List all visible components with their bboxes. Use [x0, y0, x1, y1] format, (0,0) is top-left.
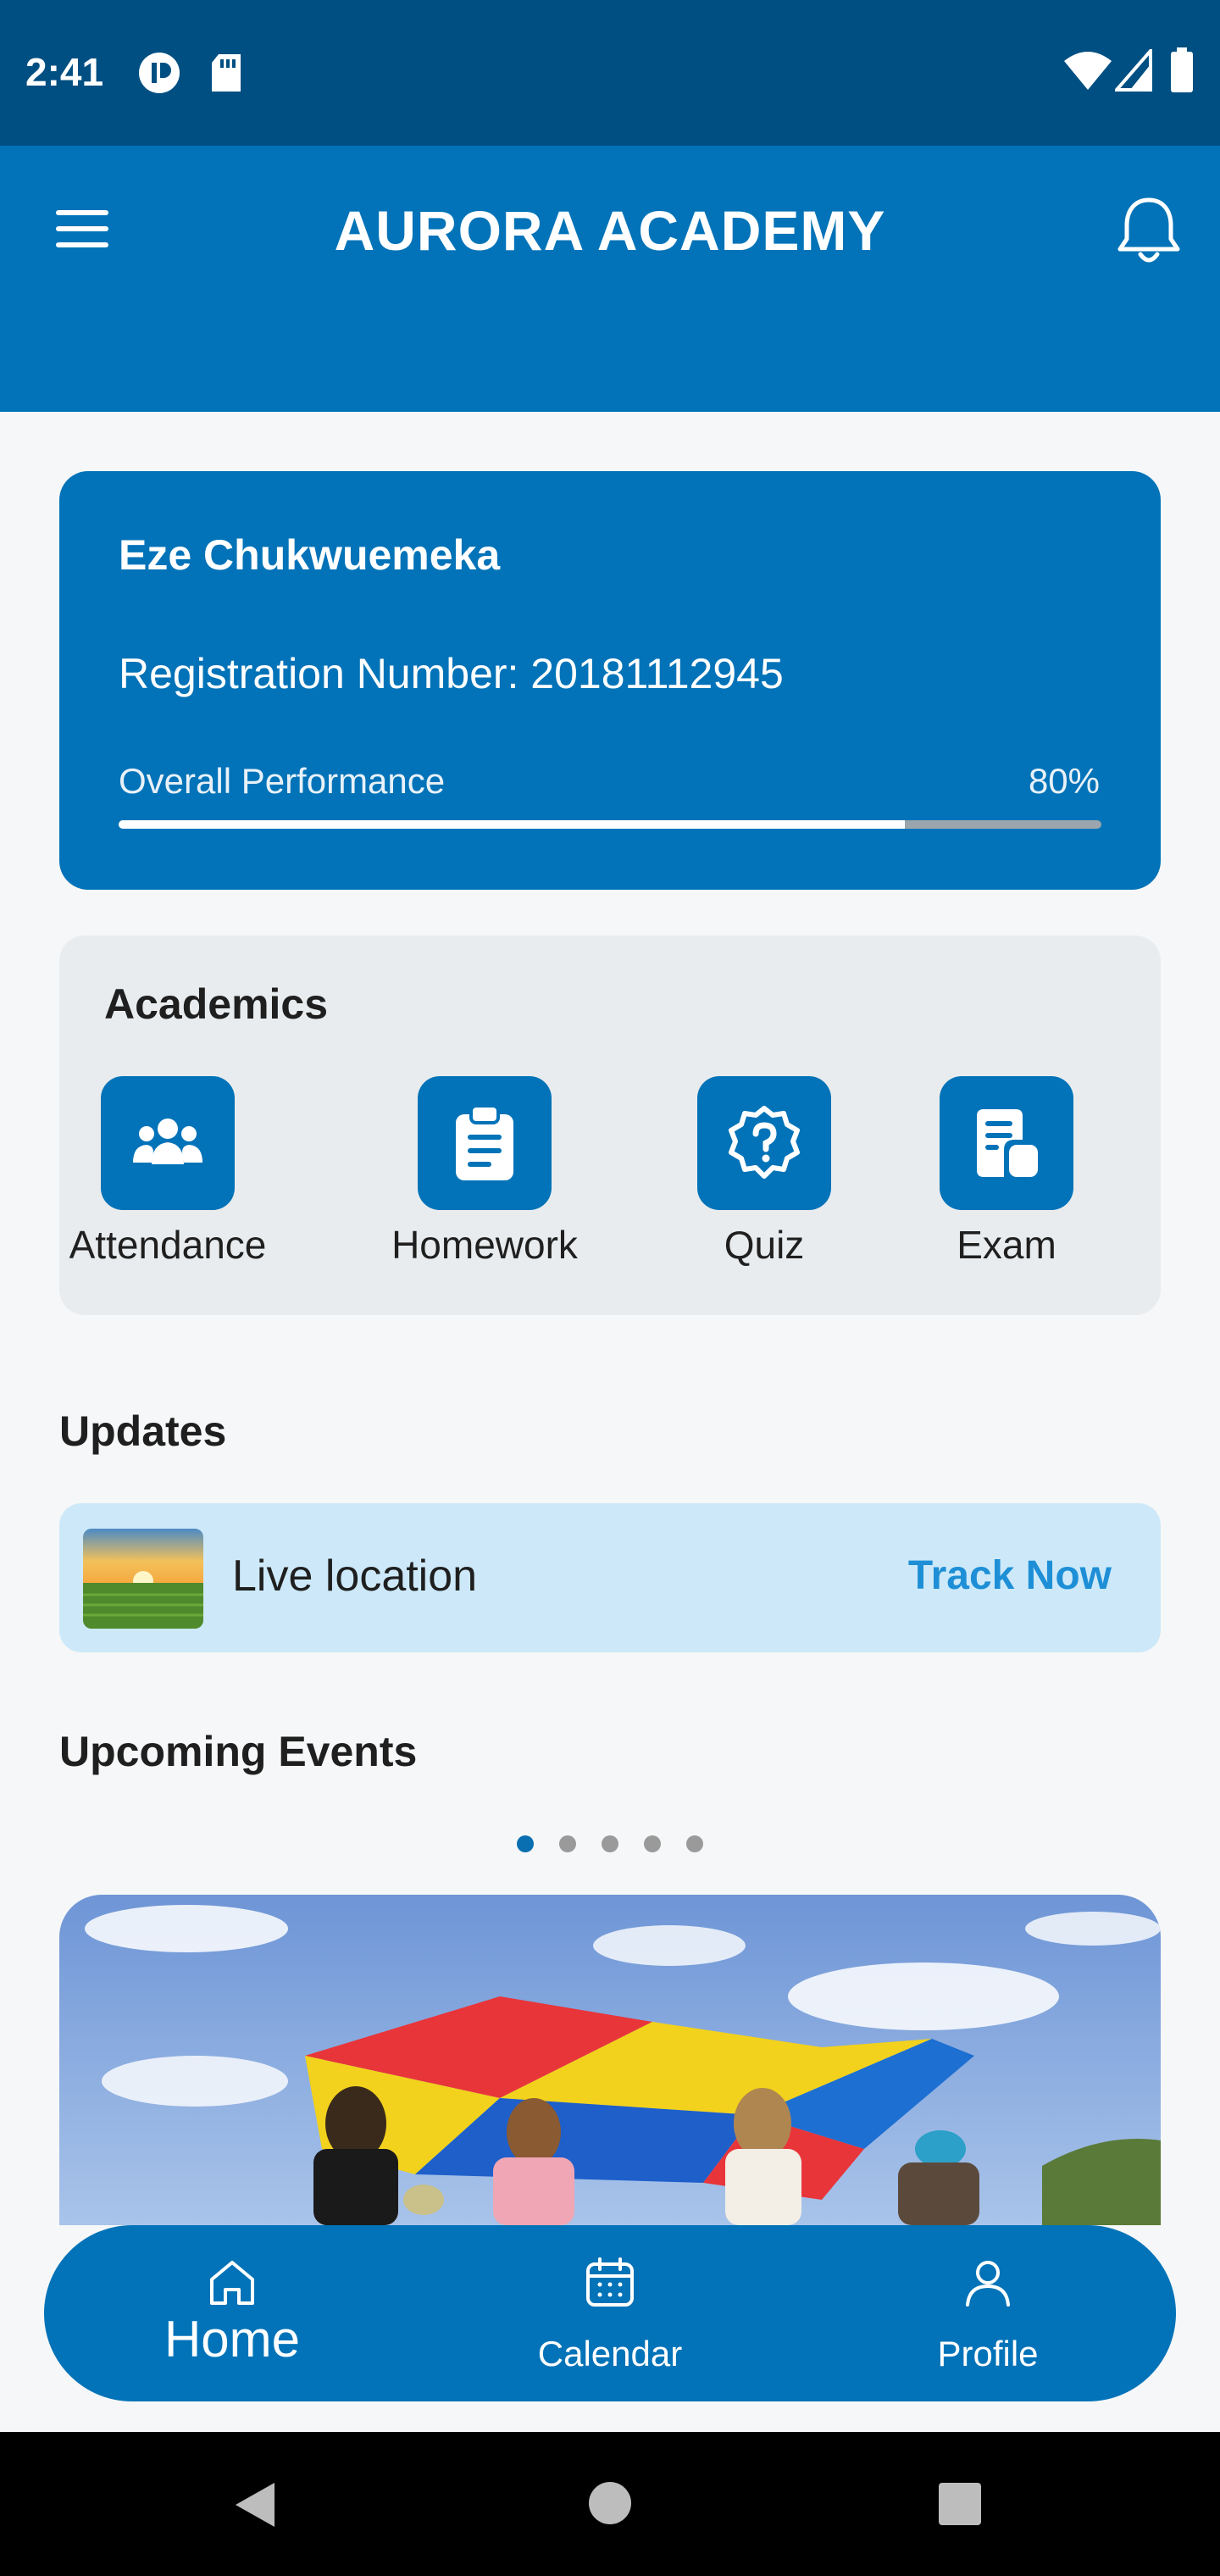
status-time: 2:41 [25, 50, 104, 94]
performance-progress-bar [119, 820, 1101, 829]
live-location-card[interactable]: Live location Track Now [59, 1503, 1161, 1652]
carousel-dot[interactable] [559, 1835, 576, 1852]
group-icon [133, 1119, 202, 1164]
carousel-dot[interactable] [517, 1835, 534, 1852]
upcoming-events-title: Upcoming Events [59, 1728, 418, 1775]
academics-title: Academics [104, 980, 329, 1028]
quiz-button[interactable]: Quiz [637, 1076, 891, 1268]
quiz-tile [697, 1076, 831, 1210]
question-badge-icon [729, 1106, 800, 1179]
event-banner-image[interactable] [59, 1895, 1161, 2225]
exam-tile [940, 1076, 1073, 1210]
recents-icon[interactable] [937, 2481, 983, 2527]
app-title: AURORA ACADEMY [334, 199, 886, 262]
status-bar: 2:41 [0, 0, 1220, 146]
student-card[interactable]: Eze Chukwuemeka Registration Number: 201… [59, 471, 1161, 890]
updates-title: Updates [59, 1407, 227, 1455]
live-location-label: Live location [232, 1552, 478, 1601]
attendance-label: Attendance [69, 1223, 267, 1267]
track-now-link[interactable]: Track Now [908, 1552, 1112, 1599]
wifi-icon [1064, 52, 1112, 90]
homework-label: Homework [391, 1223, 578, 1267]
academics-card: Academics Attendance Homework Quiz Exam [59, 935, 1161, 1315]
document-icon [977, 1109, 1038, 1177]
performance-value: 80% [1028, 761, 1100, 801]
home-icon [210, 2261, 254, 2305]
homework-tile [418, 1076, 552, 1210]
screen: 2:41 AURORA ACADEMY Eze Chukwuemeka Regi… [0, 0, 1220, 2576]
bell-icon[interactable] [1115, 193, 1183, 269]
calendar-icon [586, 2257, 634, 2307]
carousel-dot[interactable] [644, 1835, 661, 1852]
nav-home-label: Home [164, 2311, 301, 2368]
nav-profile[interactable]: Profile [861, 2225, 1115, 2401]
performance-label: Overall Performance [119, 761, 446, 801]
bottom-nav: Home Calendar Profile [44, 2225, 1176, 2401]
student-name: Eze Chukwuemeka [119, 531, 501, 579]
carousel-indicator [0, 1835, 1220, 1852]
signal-icon [1115, 49, 1152, 92]
attendance-tile [101, 1076, 235, 1210]
battery-icon [1171, 47, 1193, 92]
performance-progress-fill [119, 820, 905, 829]
back-icon[interactable] [230, 2479, 278, 2530]
exam-button[interactable]: Exam [879, 1076, 1134, 1268]
app-bar: AURORA ACADEMY [0, 146, 1220, 412]
nav-home[interactable]: Home [105, 2225, 359, 2401]
carousel-dot[interactable] [686, 1835, 703, 1852]
quiz-label: Quiz [724, 1223, 805, 1267]
clipboard-icon [456, 1104, 513, 1180]
home-circle-icon[interactable] [586, 2479, 634, 2527]
carousel-dot[interactable] [602, 1835, 618, 1852]
nav-calendar[interactable]: Calendar [483, 2225, 737, 2401]
app-notification-icon [139, 53, 180, 93]
homework-button[interactable]: Homework [358, 1076, 612, 1268]
live-location-thumbnail [83, 1529, 203, 1629]
nav-profile-label: Profile [937, 2334, 1039, 2373]
person-icon [966, 2261, 1010, 2307]
nav-calendar-label: Calendar [537, 2334, 683, 2373]
registration-number: Registration Number: 20181112945 [119, 650, 784, 697]
sd-card-icon [212, 54, 241, 92]
attendance-button[interactable]: Attendance [41, 1076, 295, 1268]
system-navigation-bar [0, 2432, 1220, 2576]
exam-label: Exam [957, 1223, 1056, 1267]
